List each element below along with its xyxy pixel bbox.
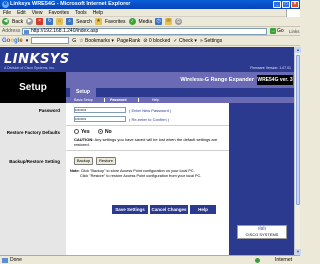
status-bar: Done Internet [0,255,300,264]
scrollbar-thumb[interactable] [296,55,300,205]
web-page: LINKSYS A Division of Cisco Systems, Inc… [0,47,294,255]
restore-no-label: No [105,129,112,135]
restore-yes-label: Yes [81,129,90,135]
favorites-button[interactable]: Favorites [105,19,126,25]
minimize-icon[interactable]: _ [273,1,281,8]
model-name: WRE54G ver. 3 [257,75,293,85]
google-search-input[interactable] [31,37,70,44]
menu-bar: File Edit View Favorites Tools Help [0,9,300,17]
restore-button[interactable]: Restore [96,157,116,165]
linksys-logo: LINKSYS [4,52,70,67]
popup-blocker[interactable]: ⊘ 0 blocked [143,38,170,44]
password-field[interactable]: •••••••• [74,107,126,113]
media-icon[interactable]: ♪ [128,18,136,25]
address-label: Address [2,28,21,34]
google-settings[interactable]: » Settings [200,38,222,44]
vertical-scrollbar[interactable]: ▲ ▼ [294,47,301,255]
security-zone: Internet [275,257,292,263]
help-button[interactable]: Help [190,205,216,214]
tab-bar: Setup [66,88,294,97]
address-url: http://192.168.1.240/index.asp [31,28,99,34]
menu-view[interactable]: View [32,9,43,16]
print-icon[interactable]: ⎙ [175,18,183,25]
forward-arrow-icon[interactable]: ▶ [26,18,34,25]
refresh-icon[interactable]: ↻ [46,18,54,25]
home-icon[interactable]: ⌂ [56,18,64,25]
google-bookmarks[interactable]: ☆ Bookmarks ▾ [79,38,114,44]
tab-setup[interactable]: Setup [70,88,96,97]
menu-file[interactable]: File [3,9,11,16]
internet-explorer-icon: e [2,1,9,8]
media-button[interactable]: Media [139,19,153,25]
go-button[interactable]: → Go [270,28,288,35]
firmware-version: Firmware Version: 1.07.01 [250,66,291,70]
close-icon[interactable]: × [291,1,299,8]
search-icon[interactable]: ⌕ [66,18,74,25]
caution-text: CAUTION: Any settings you have saved wil… [74,137,218,147]
mail-icon[interactable]: ✉ [165,18,173,25]
google-pagerank[interactable]: PageRank [117,38,140,44]
cisco-systems-logo: ılıılı CISCO SYSTEMS [237,225,287,239]
search-button[interactable]: Search [76,19,92,25]
linksys-tagline: A Division of Cisco Systems, Inc. [4,66,55,70]
address-input[interactable]: http://192.168.1.240/index.asp [22,28,267,35]
restore-defaults-label: Restore Factory Defaults [6,130,60,135]
restore-yes-radio[interactable] [74,129,79,134]
go-label: Go [277,28,284,34]
window-title: Linksys WRE54G - Microsoft Internet Expl… [10,1,131,7]
favorites-star-icon[interactable]: ★ [94,18,102,25]
confirm-password-hint: ( Re-enter to Confirm ) [129,117,170,122]
confirm-password-field[interactable]: •••••••• [74,116,126,122]
browser-toolbar: ◀ Back ▶ × ↻ ⌂ ⌕ Search ★ Favorites ♪ Me… [0,17,300,27]
google-go-button[interactable]: G [72,38,76,44]
google-toolbar: Google ▾ G ☆ Bookmarks ▾ PageRank ⊘ 0 bl… [0,36,300,46]
product-name: Wireless-G Range Expander [180,77,254,83]
scroll-up-icon[interactable]: ▲ [295,47,301,53]
password-label: Password [38,108,60,113]
links-button[interactable]: Links [289,27,300,36]
window-title-bar: e Linksys WRE54G - Microsoft Internet Ex… [0,0,300,9]
backup-button[interactable]: Backup [74,157,93,165]
password-hint: ( Enter New Password ) [129,108,172,113]
google-dropdown-icon[interactable]: ▾ [26,38,29,44]
page-done-icon [2,258,8,263]
page-icon [24,30,29,34]
stop-icon[interactable]: × [36,18,44,25]
spell-check[interactable]: ✓ Check ▾ [173,38,197,44]
windows-flag-icon [286,9,300,17]
restore-no-radio[interactable] [98,129,103,134]
footer-buttons: Save Settings Cancel Changes Help [66,205,229,215]
history-icon[interactable]: ◷ [155,18,163,25]
maximize-icon[interactable]: □ [282,1,290,8]
settings-panel: •••••••• ( Enter New Password ) ••••••••… [66,103,229,255]
menu-edit[interactable]: Edit [17,9,26,16]
backup-note: Note: Click "Backup" to store Access Poi… [70,169,202,178]
menu-favorites[interactable]: Favorites [48,9,69,16]
menu-tools[interactable]: Tools [75,9,87,16]
internet-zone-icon [255,258,260,263]
cancel-changes-button[interactable]: Cancel Changes [150,205,188,214]
save-settings-button[interactable]: Save Settings [112,205,148,214]
status-text: Done [10,257,22,263]
linksys-header: LINKSYS A Division of Cisco Systems, Inc… [0,47,294,72]
google-logo: Google [2,37,23,44]
menu-help[interactable]: Help [93,9,103,16]
back-button[interactable]: Back [12,19,23,25]
label-column: Password Restore Factory Defaults Backup… [0,103,66,255]
product-bar: Wireless-G Range Expander WRE54G ver. 3 [66,72,294,88]
backup-restore-label: Backup/Restore Setting [9,159,60,164]
go-arrow-icon: → [270,28,276,34]
section-title: Setup [0,72,66,103]
back-arrow-icon[interactable]: ◀ [2,18,9,25]
help-column: ılıılı CISCO SYSTEMS [229,103,294,255]
address-bar: Address http://192.168.1.240/index.asp →… [0,27,300,36]
